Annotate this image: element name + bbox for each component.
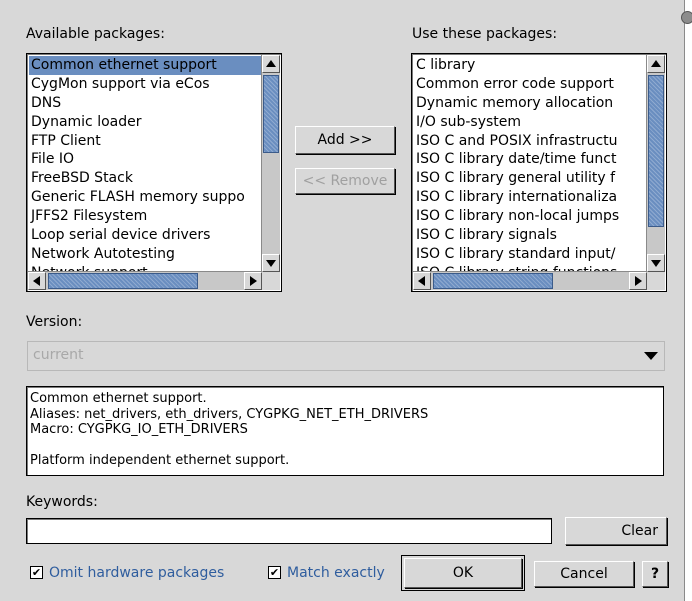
available-vertical-scrollbar[interactable] bbox=[261, 55, 280, 272]
list-item[interactable]: Common ethernet support bbox=[29, 56, 261, 75]
arrow-down-icon bbox=[266, 260, 276, 267]
clear-button-label: Clear bbox=[621, 523, 658, 539]
list-item[interactable]: ISO C library string functions bbox=[414, 264, 646, 271]
list-item[interactable]: FTP Client bbox=[29, 132, 261, 151]
list-item[interactable]: CygMon support via eCos bbox=[29, 75, 261, 94]
list-item[interactable]: ISO C library date/time funct bbox=[414, 150, 646, 169]
window-corner-icon bbox=[681, 11, 692, 24]
list-item[interactable]: DNS bbox=[29, 94, 261, 113]
checkmark-icon: ✔ bbox=[31, 565, 42, 579]
checkmark-icon: ✔ bbox=[269, 565, 280, 579]
scroll-thumb[interactable] bbox=[263, 75, 279, 153]
list-item[interactable]: ISO C library internationaliza bbox=[414, 188, 646, 207]
use-packages-label: Use these packages: bbox=[412, 26, 558, 42]
list-item[interactable]: Dynamic loader bbox=[29, 113, 261, 132]
arrow-right-icon bbox=[250, 276, 257, 286]
available-packages-list[interactable]: Common ethernet support CygMon support vi… bbox=[26, 53, 282, 292]
available-packages-items: Common ethernet support CygMon support vi… bbox=[29, 56, 261, 271]
list-item[interactable]: ISO C library signals bbox=[414, 226, 646, 245]
clear-button[interactable]: Clear bbox=[565, 517, 667, 545]
package-description: Common ethernet support. Aliases: net_dri… bbox=[26, 386, 664, 476]
list-item[interactable]: ISO C library non-local jumps bbox=[414, 207, 646, 226]
list-item[interactable]: Network support bbox=[29, 264, 261, 271]
scrollbar-corner bbox=[262, 272, 280, 290]
list-item[interactable]: Generic FLASH memory suppo bbox=[29, 188, 261, 207]
description-line bbox=[30, 438, 660, 454]
list-item[interactable]: I/O sub-system bbox=[414, 113, 646, 132]
list-item[interactable]: ISO C and POSIX infrastructu bbox=[414, 132, 646, 151]
scroll-right-button[interactable] bbox=[244, 272, 262, 290]
scroll-up-button[interactable] bbox=[647, 55, 665, 73]
scroll-thumb[interactable] bbox=[433, 273, 553, 289]
arrow-left-icon bbox=[418, 276, 425, 286]
version-label: Version: bbox=[26, 314, 83, 330]
package-selection-dialog: Available packages: Common ethernet supp… bbox=[0, 0, 685, 601]
use-vertical-scrollbar[interactable] bbox=[646, 55, 665, 272]
list-item[interactable]: Loop serial device drivers bbox=[29, 226, 261, 245]
list-item[interactable]: Dynamic memory allocation bbox=[414, 94, 646, 113]
scroll-right-button[interactable] bbox=[629, 272, 647, 290]
available-horizontal-scrollbar[interactable] bbox=[28, 271, 262, 290]
omit-hardware-checkbox[interactable]: ✔ bbox=[30, 565, 43, 579]
use-horizontal-scrollbar[interactable] bbox=[413, 271, 647, 290]
arrow-up-icon bbox=[651, 60, 661, 67]
scroll-left-button[interactable] bbox=[413, 272, 431, 290]
help-button[interactable]: ? bbox=[642, 561, 668, 587]
scroll-down-button[interactable] bbox=[262, 254, 280, 272]
description-line: Macro: CYGPKG_IO_ETH_DRIVERS bbox=[30, 422, 248, 437]
use-packages-items: C library Common error code support Dynami… bbox=[414, 56, 646, 271]
list-item[interactable]: ISO C library general utility f bbox=[414, 169, 646, 188]
omit-hardware-option[interactable]: ✔ Omit hardware packages bbox=[30, 565, 224, 583]
description-line: Aliases: net_drivers, eth_drivers, CYGPK… bbox=[30, 406, 429, 422]
description-line: Common ethernet support. bbox=[30, 391, 207, 406]
add-button[interactable]: Add >> bbox=[295, 126, 395, 154]
match-exactly-checkbox[interactable]: ✔ bbox=[268, 565, 281, 579]
use-packages-list[interactable]: C library Common error code support Dynami… bbox=[411, 53, 667, 292]
chevron-down-icon[interactable] bbox=[644, 352, 658, 360]
scrollbar-corner bbox=[647, 272, 665, 290]
list-item[interactable]: Common error code support bbox=[414, 75, 646, 94]
scroll-thumb[interactable] bbox=[648, 75, 664, 227]
remove-button[interactable]: << Remove bbox=[295, 168, 395, 194]
scroll-left-button[interactable] bbox=[28, 272, 46, 290]
match-exactly-option[interactable]: ✔ Match exactly bbox=[268, 565, 385, 583]
cancel-button[interactable]: Cancel bbox=[534, 561, 634, 587]
list-item[interactable]: File IO bbox=[29, 150, 261, 169]
omit-hardware-label: Omit hardware packages bbox=[49, 565, 225, 581]
version-select[interactable]: current bbox=[27, 341, 665, 371]
list-item[interactable]: C library bbox=[414, 56, 646, 75]
match-exactly-label: Match exactly bbox=[287, 565, 385, 581]
list-item[interactable]: JFFS2 Filesystem bbox=[29, 207, 261, 226]
version-value: current bbox=[33, 347, 84, 363]
available-packages-label: Available packages: bbox=[26, 26, 165, 42]
arrow-right-icon bbox=[635, 276, 642, 286]
list-item[interactable]: FreeBSD Stack bbox=[29, 169, 261, 188]
list-item[interactable]: ISO C library standard input/ bbox=[414, 245, 646, 264]
list-item[interactable]: Network Autotesting bbox=[29, 245, 261, 264]
arrow-down-icon bbox=[651, 260, 661, 267]
scroll-thumb[interactable] bbox=[48, 273, 198, 289]
ok-button[interactable]: OK bbox=[401, 555, 525, 591]
description-line: Platform independent ethernet support. bbox=[30, 453, 290, 468]
scroll-up-button[interactable] bbox=[262, 55, 280, 73]
scroll-down-button[interactable] bbox=[647, 254, 665, 272]
arrow-left-icon bbox=[33, 276, 40, 286]
keywords-label: Keywords: bbox=[26, 494, 98, 510]
arrow-up-icon bbox=[266, 60, 276, 67]
keywords-input[interactable] bbox=[26, 518, 552, 544]
